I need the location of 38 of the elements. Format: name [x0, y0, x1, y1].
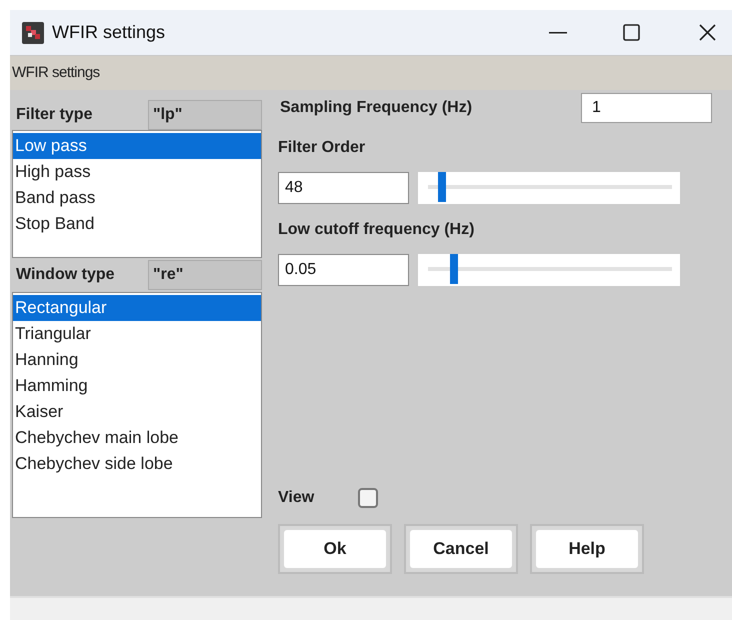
list-item[interactable]: Chebychev side lobe	[13, 451, 261, 477]
sampling-frequency-field[interactable]: 1	[581, 93, 712, 123]
maximize-icon[interactable]	[623, 24, 640, 41]
filter-type-label: Filter type	[15, 105, 94, 125]
list-item[interactable]: Triangular	[13, 321, 261, 347]
list-item[interactable]: Kaiser	[13, 399, 261, 425]
window-type-list[interactable]: Rectangular Triangular Hanning Hamming Kaiser Chebychev main lobe Chebychev side lobe	[12, 292, 262, 518]
slider-thumb[interactable]	[438, 172, 446, 202]
sampling-frequency-label: Sampling Frequency (Hz)	[280, 98, 472, 118]
window-type-label: Window type	[15, 265, 116, 285]
low-cutoff-slider[interactable]	[418, 254, 680, 286]
minimize-icon[interactable]	[549, 32, 567, 34]
list-item[interactable]: Hanning	[13, 347, 261, 373]
window-type-code: "re"	[148, 260, 262, 290]
filter-type-code: "lp"	[148, 100, 262, 130]
dialog-button[interactable]: Help	[536, 530, 638, 568]
view-label: View	[278, 488, 316, 508]
header-title: WFIR settings	[12, 62, 100, 83]
low-cutoff-label: Low cutoff frequency (Hz)	[278, 220, 476, 240]
list-item[interactable]: Band pass	[13, 185, 261, 211]
view-checkbox[interactable]	[358, 488, 378, 508]
low-cutoff-field[interactable]: 0.05	[278, 254, 409, 286]
filter-order-slider[interactable]	[418, 172, 680, 204]
filter-order-field[interactable]: 48	[278, 172, 409, 204]
app-icon	[22, 22, 44, 44]
close-icon[interactable]	[699, 24, 716, 41]
list-item[interactable]: Rectangular	[13, 295, 261, 321]
list-item[interactable]: Stop Band	[13, 211, 261, 237]
dialog-button[interactable]: Ok	[284, 530, 386, 568]
slider-thumb[interactable]	[450, 254, 458, 284]
list-item[interactable]: Chebychev main lobe	[13, 425, 261, 451]
list-item[interactable]: Hamming	[13, 373, 261, 399]
window-title: WFIR settings	[52, 21, 166, 44]
dialog-button[interactable]: Cancel	[410, 530, 512, 568]
list-item[interactable]: Low pass	[13, 133, 261, 159]
list-item[interactable]: High pass	[13, 159, 261, 185]
filter-order-label: Filter Order	[278, 138, 366, 158]
filter-type-list[interactable]: Low pass High pass Band pass Stop Band	[12, 130, 262, 258]
